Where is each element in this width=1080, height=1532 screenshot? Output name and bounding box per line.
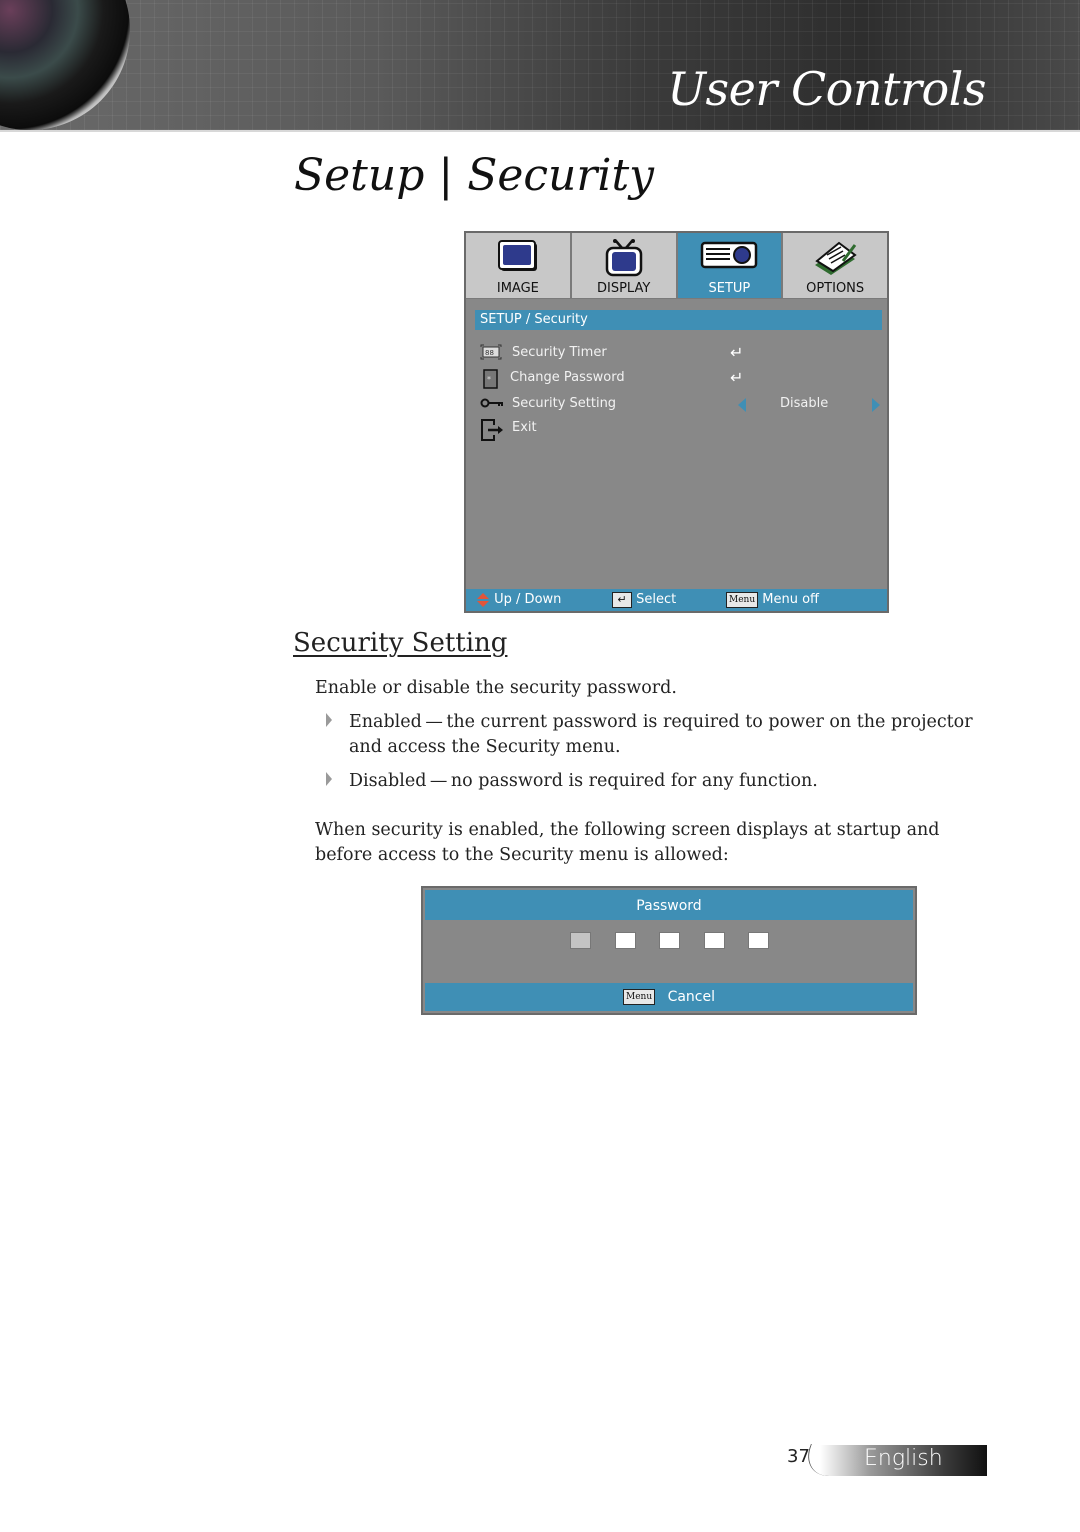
password-dialog-footer: Menu Cancel	[425, 983, 913, 1011]
banner-title: User Controls	[667, 62, 986, 116]
password-icon: *	[480, 369, 502, 389]
menu-item-label: Exit	[512, 420, 537, 435]
svg-text:*: *	[487, 375, 491, 384]
monitor-icon	[497, 239, 539, 277]
menu-key-icon: Menu	[726, 591, 759, 608]
bullet-disabled: Disabled — no password is required for a…	[349, 771, 818, 791]
enter-key-icon: ↵	[612, 591, 632, 608]
enter-icon: ↵	[730, 368, 744, 387]
svg-text:88: 88	[485, 349, 494, 357]
bullet-arrow-icon	[326, 772, 332, 786]
note-line2: before access to the Security menu is al…	[315, 845, 729, 865]
tv-icon	[604, 239, 644, 281]
menu-item-label: Security Timer	[512, 345, 607, 360]
arrow-left-icon[interactable]	[738, 398, 746, 412]
page-title-setup: Setup	[294, 150, 425, 201]
password-digit-2[interactable]	[615, 932, 636, 949]
page-title-security: Security	[467, 150, 655, 201]
updown-icon	[477, 592, 489, 607]
note-line1: When security is enabled, the following …	[315, 820, 940, 840]
password-digit-1[interactable]	[570, 932, 591, 949]
updown-hint: Up / Down	[476, 589, 561, 611]
page-number: 37	[787, 1446, 810, 1467]
header-banner: User Controls	[0, 0, 1080, 132]
tab-setup[interactable]: SETUP	[677, 233, 784, 299]
password-digit-3[interactable]	[659, 932, 680, 949]
password-dialog: Password Menu Cancel	[421, 886, 917, 1015]
tab-image[interactable]: IMAGE	[466, 233, 572, 299]
password-digit-5[interactable]	[748, 932, 769, 949]
menu-key-icon: Menu	[622, 989, 656, 1005]
security-setting-value: Disable	[780, 396, 829, 411]
osd-menu: IMAGE DISPLAY SETUP OPTIONS SETUP / Secu…	[464, 231, 889, 613]
enter-icon: ↵	[730, 343, 744, 362]
password-dialog-title: Password	[425, 890, 913, 920]
page-title: Setup | Security	[294, 150, 654, 201]
tab-label: IMAGE	[496, 281, 539, 296]
select-hint: ↵ Select	[612, 589, 676, 611]
osd-breadcrumb: SETUP / Security	[475, 310, 882, 330]
menu-off-hint: Menu Menu off	[726, 589, 819, 611]
key-icon	[480, 395, 503, 413]
menu-item-label: Change Password	[510, 370, 625, 385]
menu-item-security-setting[interactable]: Security Setting Disable	[480, 393, 880, 415]
lens-image	[0, 0, 130, 130]
tab-label: DISPLAY	[596, 281, 651, 296]
notepad-icon	[811, 239, 859, 281]
bullet-enabled-line2: and access the Security menu.	[349, 737, 621, 757]
bullet-enabled-line1: Enabled — the current password is requir…	[349, 712, 973, 732]
tab-label: OPTIONS	[806, 281, 865, 296]
language-label: English	[864, 1446, 943, 1471]
osd-footer: Up / Down ↵ Select Menu Menu off	[466, 589, 887, 611]
osd-tabs: IMAGE DISPLAY SETUP OPTIONS	[466, 233, 887, 299]
projector-icon	[700, 239, 758, 275]
menu-item-change-password[interactable]: * Change Password ↵	[480, 367, 880, 389]
section-heading: Security Setting	[293, 628, 508, 658]
menu-item-label: Security Setting	[512, 396, 617, 411]
bullet-arrow-icon	[326, 713, 332, 727]
cancel-label[interactable]: Cancel	[668, 989, 715, 1005]
tab-display[interactable]: DISPLAY	[571, 233, 678, 299]
tab-label: SETUP	[708, 281, 751, 296]
tab-options[interactable]: OPTIONS	[783, 233, 887, 299]
page-title-separator: |	[438, 150, 454, 201]
menu-item-exit[interactable]: Exit	[480, 417, 880, 441]
timer-icon: 88	[480, 344, 502, 362]
arrow-right-icon[interactable]	[872, 398, 880, 412]
exit-icon	[480, 419, 503, 441]
section-intro: Enable or disable the security password.	[315, 678, 677, 698]
password-digit-4[interactable]	[704, 932, 725, 949]
menu-item-security-timer[interactable]: 88 Security Timer ↵	[480, 342, 880, 364]
